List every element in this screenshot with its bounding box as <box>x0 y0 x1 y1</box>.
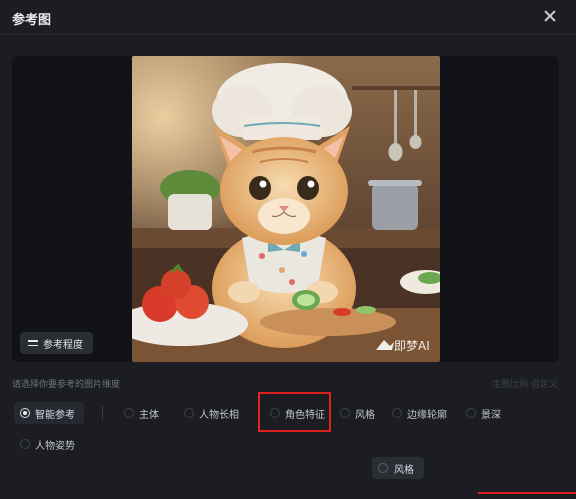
radio-icon <box>340 408 350 418</box>
radio-icon <box>184 408 194 418</box>
reference-image: 即梦AI <box>132 56 440 362</box>
radio-icon <box>20 408 30 418</box>
close-icon[interactable] <box>542 8 558 24</box>
radio-icon <box>392 408 402 418</box>
dialog-title: 参考图 <box>12 13 52 28</box>
sliders-icon <box>28 338 38 348</box>
radio-icon <box>378 463 388 473</box>
reference-degree-label: 参考程度 <box>43 339 83 351</box>
option-label: 边缘轮廓 <box>407 409 447 421</box>
image-preview-panel: 即梦AI 参考程度 <box>12 56 559 362</box>
option-pose[interactable]: 人物姿势 <box>14 433 84 455</box>
option-label: 风格 <box>355 409 375 421</box>
option-face[interactable]: 人物长相 <box>178 402 248 424</box>
radio-icon <box>466 408 476 418</box>
option-label: 景深 <box>481 409 501 421</box>
option-label: 人物长相 <box>199 409 239 421</box>
option-smart-reference[interactable]: 智能参考 <box>14 402 84 424</box>
selection-highlight <box>258 392 331 432</box>
radio-icon <box>124 408 134 418</box>
option-subject[interactable]: 主体 <box>118 402 168 424</box>
hover-tooltip: 风格 <box>372 457 424 479</box>
option-label: 主体 <box>139 409 159 421</box>
radio-icon <box>20 439 30 449</box>
reference-degree-button[interactable]: 参考程度 <box>20 332 93 354</box>
reference-image-dialog: 参考图 即梦AI 参考程度 请选择你要参考的图片维度 生图比例 自定义 智能参考… <box>0 0 576 499</box>
underline-marker <box>478 492 576 494</box>
option-label: 人物姿势 <box>35 440 75 452</box>
option-label: 智能参考 <box>35 409 75 421</box>
watermark-text: 即梦AI <box>394 339 430 353</box>
tooltip-label: 风格 <box>394 464 414 476</box>
option-depth[interactable]: 景深 <box>460 402 510 424</box>
dimension-hint: 请选择你要参考的图片维度 <box>12 380 121 390</box>
option-style[interactable]: 风格 <box>334 402 384 424</box>
ratio-label[interactable]: 生图比例 自定义 <box>492 377 558 390</box>
option-edge-outline[interactable]: 边缘轮廓 <box>386 402 456 424</box>
dialog-header: 参考图 <box>0 0 576 35</box>
divider <box>102 406 103 420</box>
